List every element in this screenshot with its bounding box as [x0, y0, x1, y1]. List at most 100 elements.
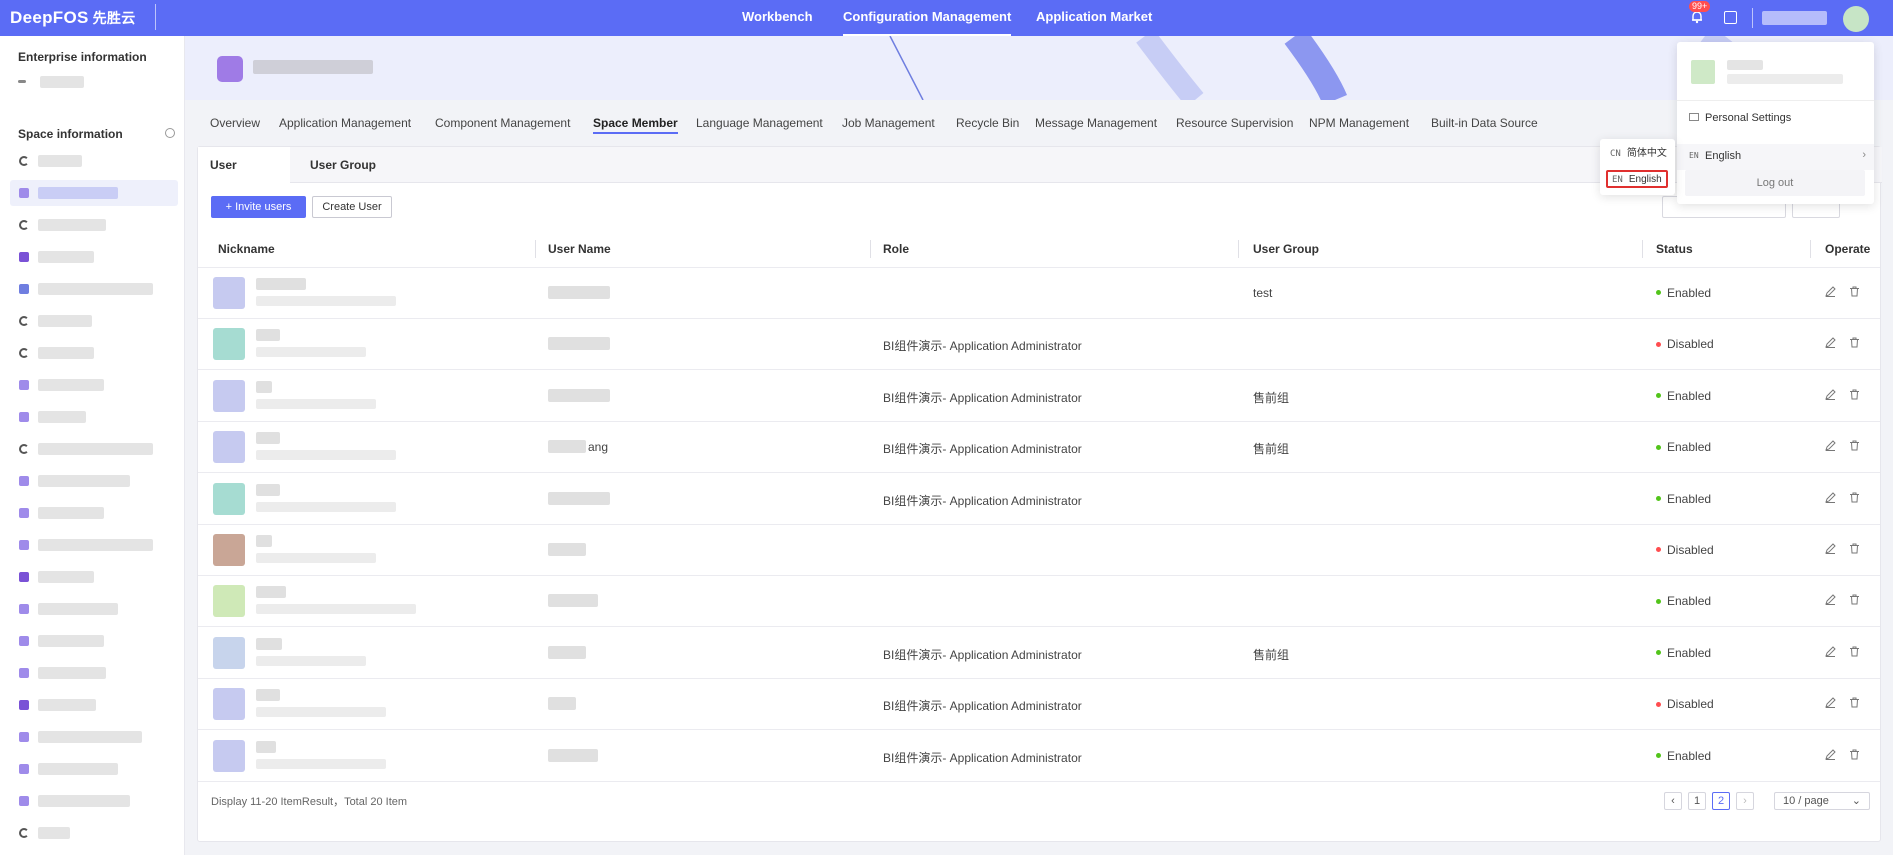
nickname-sub-blurred — [256, 655, 366, 666]
page-size-select[interactable]: 10 / page ⌄ — [1774, 792, 1870, 810]
bell-icon[interactable] — [1690, 10, 1704, 24]
language-option-label: 简体中文 — [1626, 148, 1667, 159]
language-menu-item[interactable]: EN English › — [1677, 144, 1874, 170]
trash-icon[interactable] — [1849, 492, 1860, 503]
trash-icon[interactable] — [1849, 697, 1860, 708]
space-item[interactable] — [0, 756, 185, 782]
trash-icon[interactable] — [1849, 337, 1860, 348]
space-loading-icon — [19, 828, 29, 838]
space-item[interactable] — [0, 564, 185, 590]
user-avatar[interactable] — [1843, 6, 1869, 32]
trash-icon[interactable] — [1849, 594, 1860, 605]
message-icon[interactable] — [1724, 11, 1737, 24]
space-item[interactable] — [0, 628, 185, 654]
table-row[interactable]: BI组件演示- Application Administrator Enabled — [198, 731, 1880, 782]
language-option-cn[interactable]: CN 简体中文 — [1606, 146, 1668, 164]
edit-icon[interactable] — [1825, 646, 1836, 657]
nav-tab-workbench[interactable]: Workbench — [742, 0, 813, 36]
subtab-space-member[interactable]: Space Member — [593, 116, 678, 134]
space-item[interactable] — [0, 820, 185, 846]
username-blurred — [548, 543, 586, 556]
space-item[interactable] — [0, 244, 185, 270]
role-cell: BI组件演示- Application Administrator — [883, 390, 1082, 405]
edit-icon[interactable] — [1825, 594, 1836, 606]
subtab-language-management[interactable]: Language Management — [696, 116, 823, 130]
edit-icon[interactable] — [1825, 491, 1836, 503]
subtab-job-management[interactable]: Job Management — [842, 116, 935, 130]
page-1-button[interactable]: 1 — [1688, 792, 1706, 810]
space-item[interactable] — [0, 692, 185, 718]
space-item[interactable] — [0, 148, 185, 174]
space-item[interactable] — [0, 532, 185, 558]
nickname-blurred — [256, 278, 306, 290]
trash-icon[interactable] — [1849, 646, 1860, 657]
subtab-resource-supervision[interactable]: Resource Supervision — [1176, 116, 1293, 130]
space-item[interactable] — [0, 372, 185, 398]
space-member-card: User User Group + Invite users Create Us… — [197, 146, 1882, 842]
user-name-blurred[interactable] — [1762, 11, 1827, 25]
space-item-selected[interactable] — [10, 180, 178, 206]
space-item[interactable] — [0, 436, 185, 462]
space-item[interactable] — [0, 500, 185, 526]
edit-icon[interactable] — [1825, 286, 1836, 297]
space-item[interactable] — [0, 468, 185, 494]
subtab-recycle-bin[interactable]: Recycle Bin — [956, 116, 1019, 130]
subtab-component-management[interactable]: Component Management — [435, 116, 570, 130]
status-text: Enabled — [1667, 388, 1712, 403]
edit-icon[interactable] — [1825, 697, 1836, 709]
table-row[interactable]: BI组件演示- Application Administrator Disable… — [198, 679, 1880, 731]
space-item[interactable] — [0, 596, 185, 622]
table-row[interactable]: Disabled — [198, 525, 1880, 576]
page-2-button[interactable]: 2 — [1712, 792, 1730, 810]
status-cell: Enabled — [1656, 286, 1711, 300]
nav-tab-application-market[interactable]: Application Market — [1036, 0, 1152, 36]
create-user-button[interactable]: Create User — [312, 196, 392, 218]
prev-page-button[interactable]: ‹ — [1664, 792, 1682, 810]
table-row[interactable]: BI组件演示- Application Administrator Disable… — [198, 319, 1880, 371]
space-item[interactable] — [0, 660, 185, 686]
edit-icon[interactable] — [1825, 440, 1836, 452]
logout-button[interactable]: Log out — [1685, 170, 1865, 196]
trash-icon[interactable] — [1849, 286, 1860, 297]
table-row[interactable]: BI组件演示- Application Administrator Enabled — [198, 474, 1880, 525]
main-nav-tabs: Workbench Configuration Management Appli… — [0, 0, 1893, 36]
nav-tab-configuration-management[interactable]: Configuration Management — [843, 0, 1012, 36]
table-row[interactable]: BI组件演示- Application Administrator 售前组 Enab… — [198, 371, 1880, 422]
space-item[interactable] — [0, 724, 185, 750]
trash-icon[interactable] — [1849, 749, 1860, 760]
subtab-overview[interactable]: Overview — [210, 116, 260, 130]
personal-settings-item[interactable]: Personal Settings — [1689, 112, 1791, 124]
edit-icon[interactable] — [1825, 748, 1836, 760]
subtab-npm-management[interactable]: NPM Management — [1309, 116, 1409, 130]
member-avatar — [213, 585, 245, 618]
table-row[interactable]: Enabled — [198, 576, 1880, 628]
trash-icon[interactable] — [1849, 543, 1860, 554]
language-option-en[interactable]: EN English — [1606, 170, 1668, 188]
search-icon[interactable] — [165, 128, 175, 138]
table-row[interactable]: ang BI组件演示- Application Administrator 售前组 E… — [198, 422, 1880, 474]
nickname-sub-blurred — [256, 450, 396, 461]
space-item[interactable] — [0, 276, 185, 302]
subtab-message-management[interactable]: Message Management — [1035, 116, 1157, 130]
subtab-application-management[interactable]: Application Management — [279, 116, 411, 130]
member-avatar — [213, 431, 245, 464]
edit-icon[interactable] — [1825, 337, 1836, 349]
space-item[interactable] — [0, 788, 185, 814]
invite-users-button[interactable]: + Invite users — [211, 196, 306, 218]
trash-icon[interactable] — [1849, 440, 1860, 451]
space-item[interactable] — [0, 308, 185, 334]
edit-icon[interactable] — [1825, 543, 1836, 554]
space-item[interactable] — [0, 404, 185, 430]
space-app-icon — [19, 380, 29, 390]
space-item[interactable] — [0, 340, 185, 366]
tab-user-group[interactable]: User Group — [310, 147, 376, 183]
edit-icon[interactable] — [1825, 389, 1836, 400]
subtab-built-in-data-source[interactable]: Built-in Data Source — [1431, 116, 1538, 130]
trash-icon[interactable] — [1849, 389, 1860, 400]
table-row[interactable]: BI组件演示- Application Administrator 售前组 Enab… — [198, 628, 1880, 679]
space-item[interactable] — [0, 212, 185, 238]
next-page-button[interactable]: › — [1736, 792, 1754, 810]
table-row[interactable]: test Enabled — [198, 268, 1880, 319]
space-name-blurred — [38, 283, 153, 295]
tab-user[interactable]: User — [198, 147, 290, 183]
